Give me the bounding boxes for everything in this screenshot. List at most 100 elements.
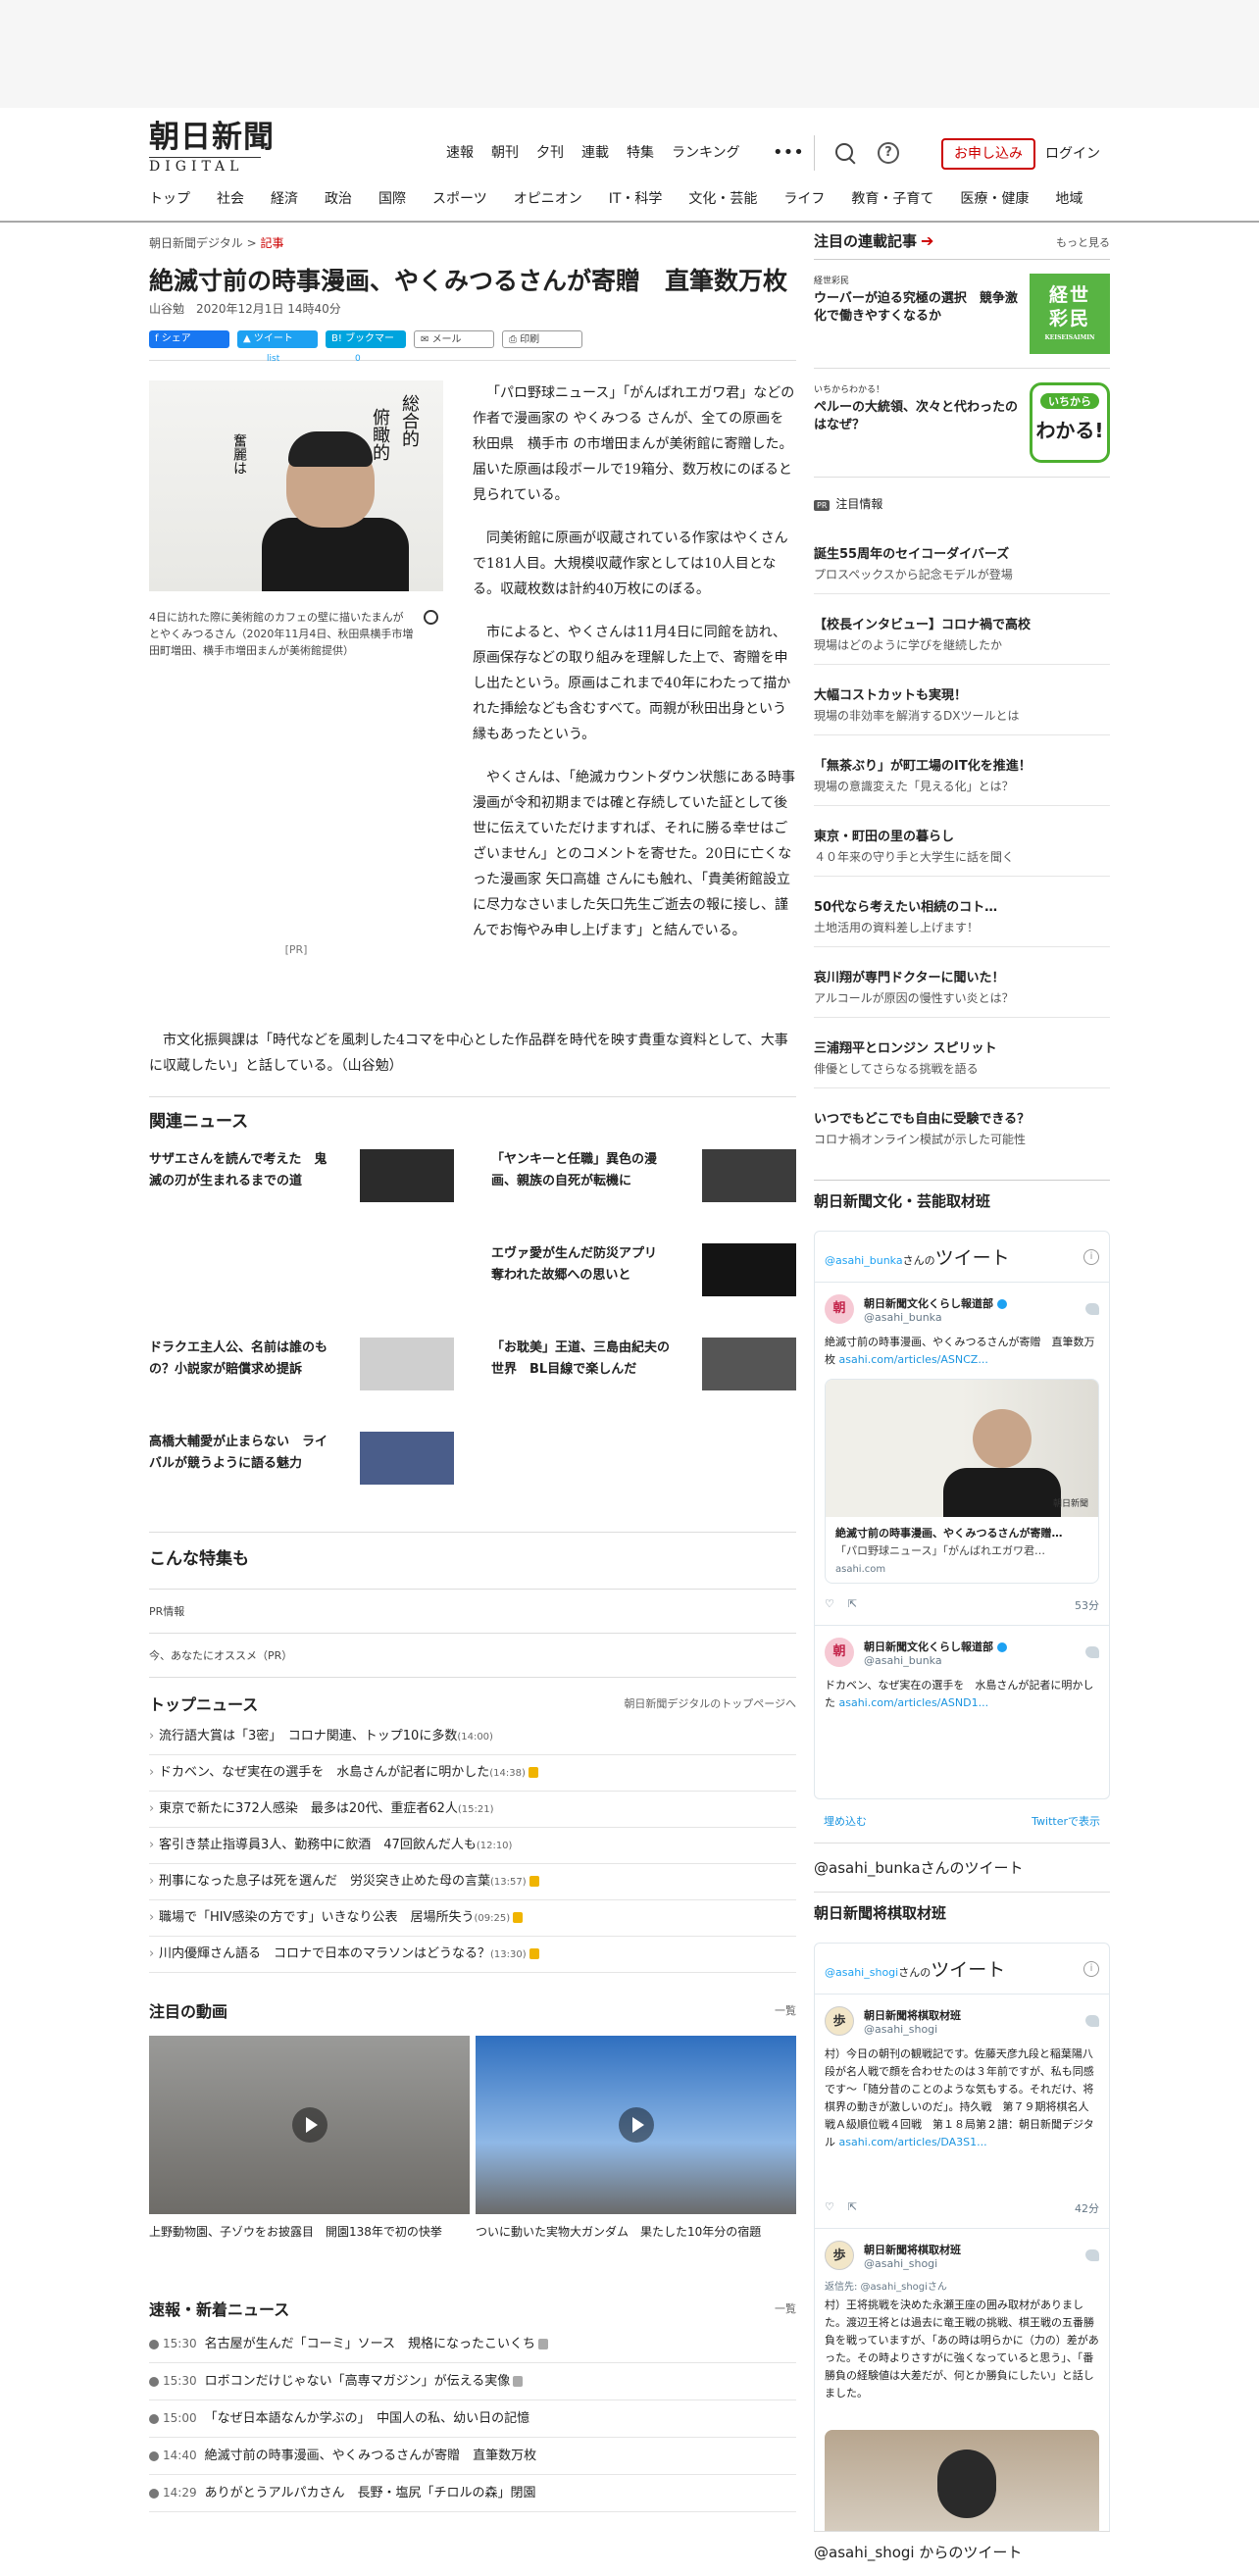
pr-item[interactable]: 誕生55周年のセイコーダイバーズ プロスペックスから記念モデルが登場 <box>814 545 1110 594</box>
top-nav-evening[interactable]: 夕刊 <box>536 133 564 173</box>
twitter-share-button[interactable]: ▲ ツイート list <box>237 330 318 364</box>
main-nav-it-science[interactable]: IT・科学 <box>609 184 663 214</box>
related-item[interactable]: ドラクエ主人公、名前は誰のもの？小説家が賠償求め提訴 <box>149 1338 454 1390</box>
pr-item[interactable]: 哀川翔が専門ドクターに聞いた！ アルコールが原因の慢性すい炎とは？ <box>814 969 1110 1018</box>
twitter-share-count[interactable]: list <box>267 350 279 368</box>
main-nav-life[interactable]: ライフ <box>783 184 825 214</box>
help-icon[interactable]: ? <box>878 142 899 164</box>
main-nav-health[interactable]: 医療・健康 <box>960 184 1029 214</box>
print-button[interactable]: ⎙ 印刷 <box>502 330 582 348</box>
mail-share-button[interactable]: ✉ メール <box>414 330 494 348</box>
pr-item[interactable]: 「無茶ぶり」が町工場のIT化を推進！ 現場の意識変えた「見える化」とは？ <box>814 757 1110 806</box>
breaking-item[interactable]: 14:29 ありがとうアルパカさん 長野・塩尻「チロルの森」閉園 <box>149 2475 796 2512</box>
info-icon[interactable]: i <box>1083 1960 1099 1977</box>
search-icon[interactable] <box>835 143 853 161</box>
tweet-author-name[interactable]: 朝日新聞文化くらし報道部 <box>864 1297 993 1310</box>
more-menu-icon[interactable]: ••• <box>773 133 804 173</box>
topnews-item[interactable]: 東京で新たに372人感染 最多は20代、重症者62人(15:21) <box>149 1792 796 1828</box>
hatena-bookmark-button[interactable]: B! ブックマーク 0 <box>326 330 406 364</box>
twitter-timeline-bunka[interactable]: @asahi_bunkaさんのツイート i 朝朝日新聞文化くらし報道部 @asah… <box>814 1231 1110 1799</box>
pr-item[interactable]: 大幅コストカットも実現！ 現場の非効率を解消するDXツールとは <box>814 686 1110 735</box>
tweet-author-handle[interactable]: @asahi_shogi <box>864 2257 961 2270</box>
twitter-bird-icon[interactable] <box>1085 2015 1099 2027</box>
related-item[interactable]: サザエさんを読んで考えた 鬼滅の刃が生まれるまでの道 <box>149 1149 454 1202</box>
tweet-author-name[interactable]: 朝日新聞将棋取材班 <box>864 2242 961 2257</box>
shogi-tweets-link[interactable]: @asahi_shogi からのツイート <box>814 2531 1110 2576</box>
top-nav-features[interactable]: 特集 <box>627 133 654 173</box>
breadcrumb-site[interactable]: 朝日新聞デジタル <box>149 236 243 250</box>
share-icon[interactable]: ⇱ <box>848 1597 857 1610</box>
topnews-item[interactable]: 職場で「HIV感染の方です」いきなり公表 居場所失う(09:25) <box>149 1900 796 1937</box>
twitter-bird-icon[interactable] <box>1085 1303 1099 1315</box>
twitter-bird-icon[interactable] <box>1085 2249 1099 2261</box>
share-icon[interactable]: ⇱ <box>848 2200 857 2213</box>
tweet[interactable]: 歩朝日新聞将棋取材班 @asahi_shogi 返信先: @asahi_shogi… <box>815 2229 1109 2531</box>
pr-item[interactable]: 三浦翔平とロンジン スピリット 俳優としてさらなる挑戦を語る <box>814 1039 1110 1088</box>
avatar[interactable]: 歩 <box>825 2241 854 2270</box>
tweet-author-handle[interactable]: @asahi_bunka <box>864 1311 1007 1324</box>
top-nav-morning[interactable]: 朝刊 <box>491 133 519 173</box>
series-more-link[interactable]: もっと見る <box>1056 234 1110 250</box>
tweet[interactable]: 朝朝日新聞文化くらし報道部 @asahi_bunka 絶滅寸前の時事漫画、やくみつ… <box>815 1283 1109 1626</box>
pr-item[interactable]: いつでもどこでも自由に受験できる？ コロナ禍オンライン模試が示した可能性 <box>814 1110 1110 1158</box>
like-icon[interactable]: ♡ <box>825 2200 834 2213</box>
article-photo[interactable]: 総合的 俯瞰的 奮麗は <box>149 380 443 591</box>
main-nav-society[interactable]: 社会 <box>217 184 244 214</box>
tweet-link-card[interactable]: 朝日新聞 絶滅寸前の時事漫画、やくみつるさんが寄贈… 「パロ野球ニュース」「がん… <box>825 1379 1099 1584</box>
main-nav-top[interactable]: トップ <box>149 184 190 214</box>
breaking-more-link[interactable]: 一覧 <box>775 2300 796 2316</box>
play-icon[interactable] <box>619 2107 654 2143</box>
tweet-time[interactable]: 42分 <box>1075 2200 1099 2216</box>
topnews-item[interactable]: 流行語大賞は「3密」 コロナ関連、トップ10に多数(14:00) <box>149 1719 796 1755</box>
main-nav-international[interactable]: 国際 <box>378 184 406 214</box>
series-item[interactable]: いちからわかる！ ペルーの大統領、次々と代わったのはなぜ？ いちから わかる! <box>814 369 1110 478</box>
topnews-item[interactable]: 客引き禁止指導員3人、勤務中に飲酒 47回飲んだ人も(12:10) <box>149 1828 796 1864</box>
tweet-author-name[interactable]: 朝日新聞将棋取材班 <box>864 2007 961 2023</box>
zoom-icon[interactable] <box>424 610 438 625</box>
main-nav-sports[interactable]: スポーツ <box>432 184 487 214</box>
top-nav-ranking[interactable]: ランキング <box>672 133 740 173</box>
twitter-bird-icon[interactable] <box>1085 1646 1099 1658</box>
twitter-handle-link[interactable]: @asahi_shogi <box>825 1966 898 1979</box>
tweet-photo[interactable] <box>825 2430 1099 2531</box>
video-item[interactable]: ついに動いた実物大ガンダム 果たした10年分の宿題 <box>476 2036 796 2240</box>
main-nav-education[interactable]: 教育・子育て <box>851 184 933 214</box>
avatar[interactable]: 朝 <box>825 1638 854 1667</box>
breadcrumb-category[interactable]: 記事 <box>260 236 283 250</box>
pr-item[interactable]: 50代なら考えたい相続のコト… 土地活用の資料差し上げます！ <box>814 898 1110 947</box>
topnews-item[interactable]: 川内優輝さん語る コロナで日本のマラソンはどうなる？(13:30) <box>149 1937 796 1973</box>
info-icon[interactable]: i <box>1083 1248 1099 1265</box>
main-nav-politics[interactable]: 政治 <box>325 184 352 214</box>
main-nav-region[interactable]: 地域 <box>1055 184 1083 214</box>
top-nav-series[interactable]: 連載 <box>581 133 609 173</box>
related-item[interactable]: 「お耽美」王道、三島由紀夫の世界 BL目線で楽しんだ <box>491 1338 796 1390</box>
topnews-item[interactable]: ドカベン、なぜ実在の選手を 水島さんが記者に明かした(14:38) <box>149 1755 796 1792</box>
tweet-author-handle[interactable]: @asahi_bunka <box>864 1654 1007 1667</box>
view-on-twitter-link[interactable]: Twitterで表示 <box>1032 1813 1100 1829</box>
pr-item[interactable]: 【校長インタビュー】コロナ禍で高校 現場はどのように学びを継続したか <box>814 616 1110 665</box>
play-icon[interactable] <box>292 2107 327 2143</box>
bunka-tweets-link[interactable]: @asahi_bunkaさんのツイート <box>814 1843 1110 1893</box>
breaking-item[interactable]: 14:40 絶滅寸前の時事漫画、やくみつるさんが寄贈 直筆数万枚 <box>149 2438 796 2475</box>
series-heading[interactable]: 注目の連載記事 <box>814 232 917 250</box>
top-nav-breaking[interactable]: 速報 <box>446 133 474 173</box>
related-item[interactable]: 高橋大輔愛が止まらない ライバルが競うように語る魅力 <box>149 1432 454 1485</box>
embed-link[interactable]: 埋め込む <box>824 1813 867 1829</box>
subscribe-button[interactable]: お申し込み <box>941 138 1035 170</box>
avatar[interactable]: 朝 <box>825 1294 854 1324</box>
tweet-link[interactable]: asahi.com/articles/ASNCZ... <box>839 1353 988 1366</box>
tweet-author-handle[interactable]: @asahi_shogi <box>864 2023 961 2036</box>
main-nav-culture[interactable]: 文化・芸能 <box>688 184 757 214</box>
topnews-top-link[interactable]: 朝日新聞デジタルのトップページへ <box>624 1695 796 1711</box>
related-item[interactable]: 「ヤンキーと任職」異色の漫画、親族の自死が転機に <box>491 1149 796 1202</box>
related-item[interactable]: エヴァ愛が生んだ防災アプリ 奪われた故郷への思いと <box>491 1243 796 1296</box>
facebook-share-button[interactable]: f シェア <box>149 330 229 348</box>
tweet[interactable]: 朝朝日新聞文化くらし報道部 @asahi_bunka ドカベン、なぜ実在の選手を … <box>815 1626 1109 1724</box>
tweet-link[interactable]: asahi.com/articles/DA3S1... <box>839 2136 987 2148</box>
hatena-count[interactable]: 0 <box>355 350 361 368</box>
main-nav-economy[interactable]: 経済 <box>271 184 298 214</box>
tweet-author-name[interactable]: 朝日新聞文化くらし報道部 <box>864 1641 993 1653</box>
series-item[interactable]: 経世彩民 ウーバーが迫る究極の選択 競争激化で働きやすくなるか 経世彩民 KEISE… <box>814 260 1110 369</box>
tweet-time[interactable]: 53分 <box>1075 1597 1099 1613</box>
pr-item[interactable]: 東京・町田の里の暮らし ４０年来の守り手と大学生に話を聞く <box>814 828 1110 877</box>
